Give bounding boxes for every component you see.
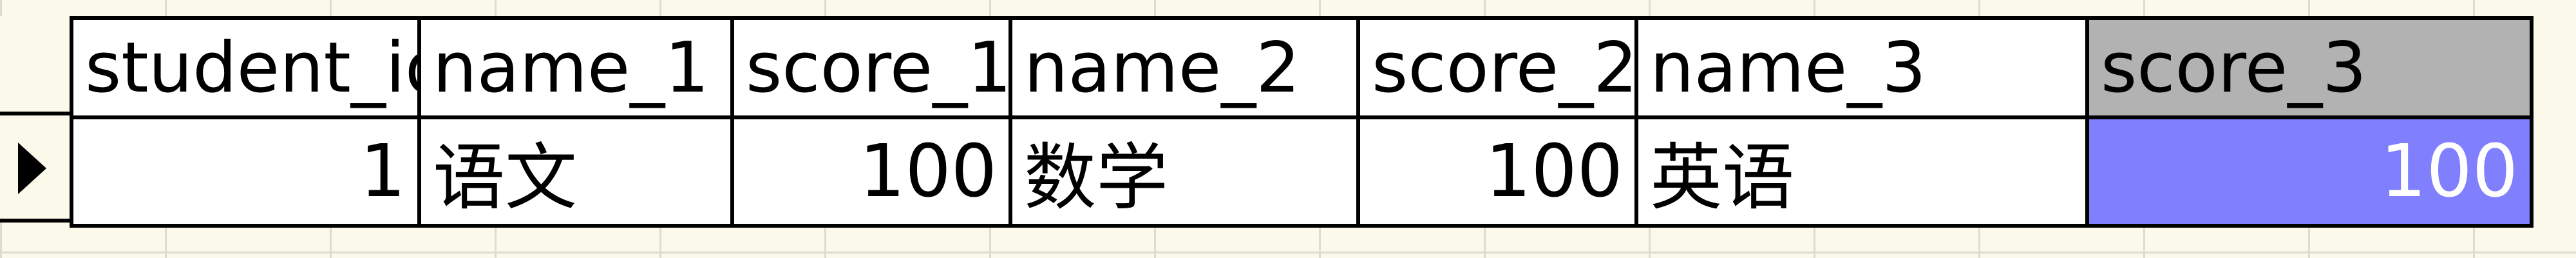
cell-name_1[interactable]: 语文 — [417, 115, 734, 228]
table-row: 1 语文 100 数学 100 英语 100 — [70, 115, 2533, 228]
cell-score_1[interactable]: 100 — [730, 115, 1012, 228]
cell-student_id[interactable]: 1 — [70, 115, 421, 228]
cell-score_2[interactable]: 100 — [1356, 115, 1638, 228]
column-header-score_1[interactable]: score_1 — [730, 16, 1012, 119]
cell-score_3-selected[interactable]: 100 — [2085, 115, 2533, 228]
column-header-score_2[interactable]: score_2 — [1356, 16, 1638, 119]
data-grid: student_id name_1 score_1 name_2 score_2… — [0, 16, 2576, 228]
record-selector-row-1[interactable] — [0, 115, 70, 223]
column-header-student_id[interactable]: student_id — [70, 16, 421, 119]
header-row: student_id name_1 score_1 name_2 score_2… — [70, 16, 2533, 119]
column-header-name_2[interactable]: name_2 — [1009, 16, 1360, 119]
column-header-score_3[interactable]: score_3 — [2085, 16, 2533, 119]
record-selector-column — [0, 16, 70, 223]
cell-name_2[interactable]: 数学 — [1009, 115, 1360, 228]
grid-table: student_id name_1 score_1 name_2 score_2… — [70, 16, 2533, 228]
cell-name_3[interactable]: 英语 — [1634, 115, 2089, 228]
current-record-arrow-icon — [18, 143, 46, 194]
grid-corner[interactable] — [0, 16, 70, 115]
column-header-name_1[interactable]: name_1 — [417, 16, 734, 119]
column-header-name_3[interactable]: name_3 — [1634, 16, 2089, 119]
